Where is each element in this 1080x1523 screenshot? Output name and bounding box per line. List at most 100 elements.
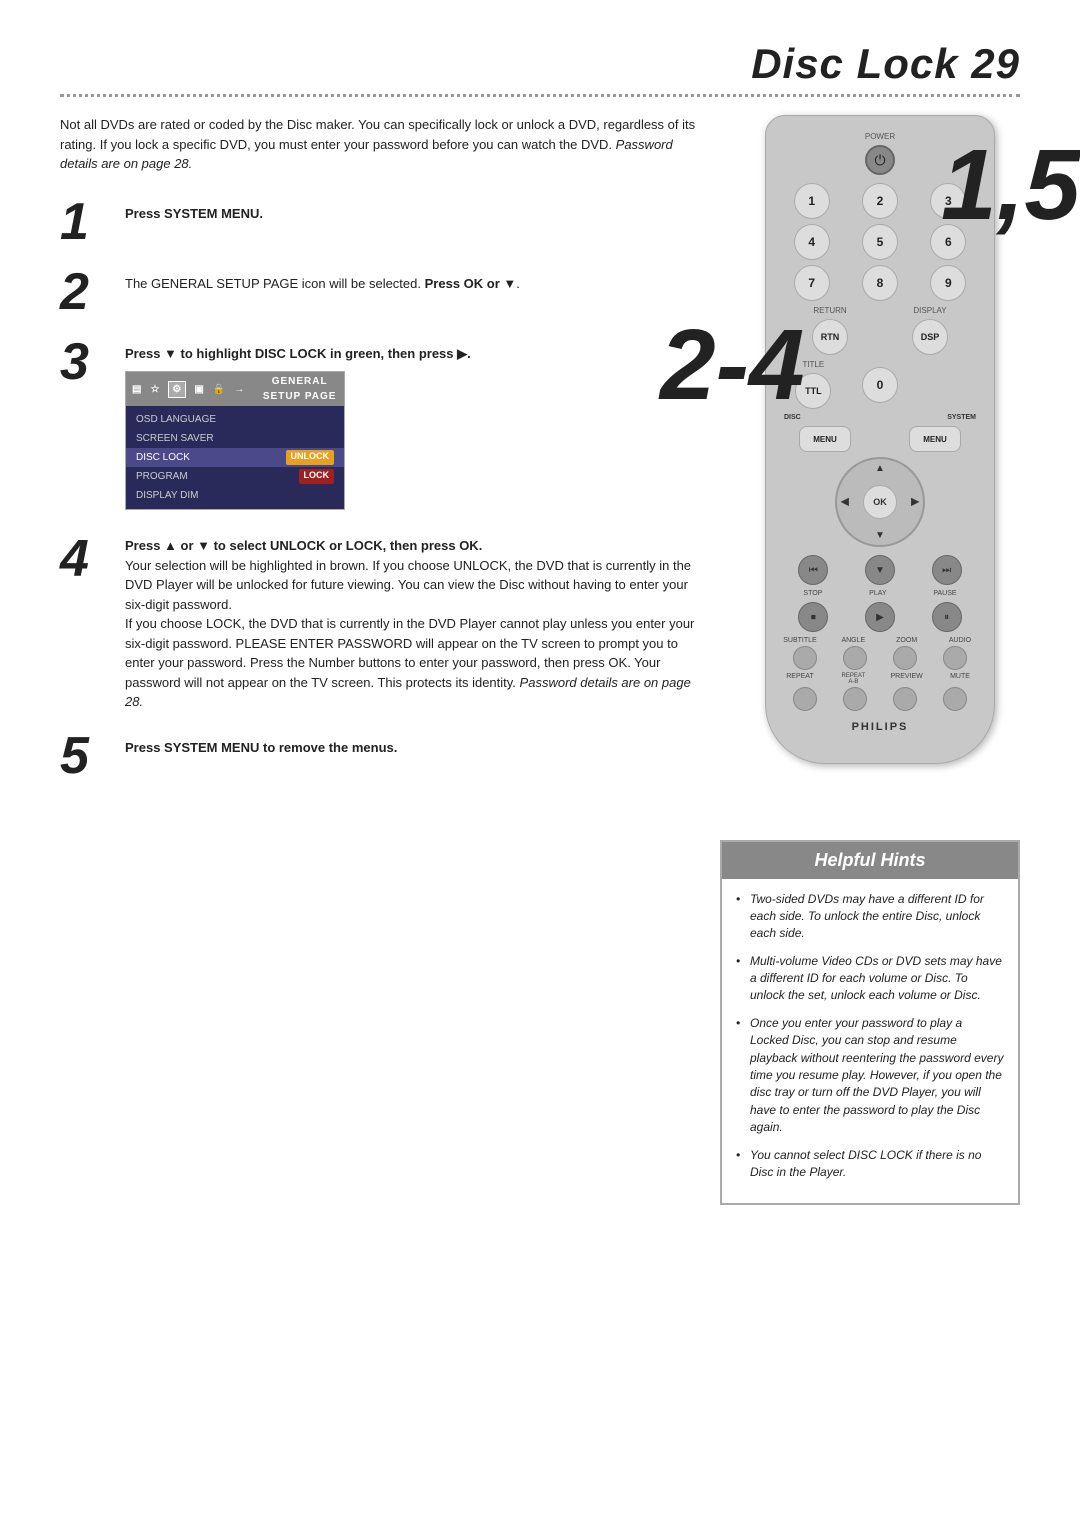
step-1-number: 1 <box>60 196 115 248</box>
subtitle-cell <box>793 646 817 670</box>
step-2-number: 2 <box>60 266 115 318</box>
small-buttons-row1 <box>780 646 980 670</box>
hints-body: Two-sided DVDs may have a different ID f… <box>722 879 1018 1204</box>
helpful-hints-box: Helpful Hints Two-sided DVDs may have a … <box>720 840 1020 1206</box>
repeat-cell <box>793 687 817 711</box>
menu-row-display: DISPLAY DIM <box>126 486 344 505</box>
nav-right[interactable]: ▶ <box>911 497 919 508</box>
hint-item-4: You cannot select DISC LOCK if there is … <box>736 1147 1004 1182</box>
menu-row-disclock: DISC LOCKUNLOCK <box>126 448 344 467</box>
zoom-button[interactable] <box>893 646 917 670</box>
hints-list: Two-sided DVDs may have a different ID f… <box>736 891 1004 1182</box>
audio-cell <box>943 646 967 670</box>
subtitle-label: SUBTITLE <box>782 637 818 644</box>
button-7[interactable]: 7 <box>794 265 830 301</box>
return-label: RETURN <box>812 306 848 315</box>
button-5[interactable]: 5 <box>862 224 898 260</box>
menu-rows: OSD LANGUAGE SCREEN SAVER DISC LOCKUNLOC… <box>126 406 344 509</box>
mute-label: MUTE <box>942 673 978 685</box>
repeat-ab-button[interactable] <box>843 687 867 711</box>
menu-buttons-row: MENU MENU <box>780 426 980 452</box>
hint-item-3: Once you enter your password to play a L… <box>736 1015 1004 1137</box>
hints-header: Helpful Hints <box>722 842 1018 879</box>
hint-item-2: Multi-volume Video CDs or DVD sets may h… <box>736 953 1004 1005</box>
power-button[interactable]: ⏻ <box>865 145 895 175</box>
display-button[interactable]: DSP <box>912 319 948 355</box>
preview-cell <box>893 687 917 711</box>
step-4-number: 4 <box>60 528 115 585</box>
angle-button[interactable] <box>843 646 867 670</box>
menu-screenshot: ▤ ☆ ⚙ ▣ 🔒 → GENERAL SETUP PAGE OSD LANGU… <box>125 371 345 510</box>
menu-row-program: PROGRAMLOCK <box>126 467 344 486</box>
skip-prev-button[interactable]: ⏮ <box>798 555 828 585</box>
transport-buttons: ⏹ ▶ ⏸ <box>780 602 980 632</box>
repeat-ab-label: REPEATA-B <box>835 673 871 685</box>
return-display-row: RETURN RTN DISPLAY DSP <box>780 306 980 355</box>
angle-cell <box>843 646 867 670</box>
preview-button[interactable] <box>893 687 917 711</box>
pause-label: PAUSE <box>933 590 956 597</box>
bottom-section: Helpful Hints Two-sided DVDs may have a … <box>60 840 1020 1206</box>
repeat-label: REPEAT <box>782 673 818 685</box>
repeat-button[interactable] <box>793 687 817 711</box>
pause-button[interactable]: ⏸ <box>932 602 962 632</box>
subtitle-button[interactable] <box>793 646 817 670</box>
step-5-number: 5 <box>60 730 115 782</box>
step-3: 3 Press ▼ to highlight DISC LOCK in gree… <box>60 336 710 511</box>
page-title: Disc Lock 29 <box>60 40 1020 88</box>
title-zero-row: TITLE TTL 0 <box>780 360 980 409</box>
menu-row-osd: OSD LANGUAGE <box>126 410 344 429</box>
mute-cell <box>943 687 967 711</box>
intro-paragraph: Not all DVDs are rated or coded by the D… <box>60 115 710 174</box>
preview-label: PREVIEW <box>889 673 925 685</box>
step-5: 5 Press SYSTEM MENU to remove the menus. <box>60 730 710 782</box>
nav-left[interactable]: ◀ <box>841 497 849 508</box>
nav-down[interactable]: ▼ <box>875 530 885 541</box>
nav-up[interactable]: ▲ <box>875 463 885 474</box>
left-column: Not all DVDs are rated or coded by the D… <box>60 115 710 800</box>
overlay-15: 1,5 <box>941 135 1080 235</box>
step-4-content: Press ▲ or ▼ to select UNLOCK or LOCK, t… <box>125 528 710 712</box>
nav-down-button[interactable]: ▼ <box>865 555 895 585</box>
return-button[interactable]: RTN <box>812 319 848 355</box>
zoom-cell <box>893 646 917 670</box>
page-container: Disc Lock 29 Not all DVDs are rated or c… <box>0 0 1080 1523</box>
system-menu-button[interactable]: MENU <box>909 426 961 452</box>
audio-button[interactable] <box>943 646 967 670</box>
button-9[interactable]: 9 <box>930 265 966 301</box>
display-label: DISPLAY <box>912 306 948 315</box>
button-4[interactable]: 4 <box>794 224 830 260</box>
step-1-content: Press SYSTEM MENU. <box>125 196 710 224</box>
transport-label-row: STOP PLAY PAUSE <box>780 590 980 597</box>
right-col-inner: 1,5 2-4 POWER ⏻ 1 2 3 <box>740 115 1020 764</box>
skip-next-button[interactable]: ⏭ <box>932 555 962 585</box>
step-2-content: The GENERAL SETUP PAGE icon will be sele… <box>125 266 710 294</box>
skip-row: ⏮ ▼ ⏭ <box>780 555 980 585</box>
step-3-content: Press ▼ to highlight DISC LOCK in green,… <box>125 336 710 511</box>
play-button[interactable]: ▶ <box>865 602 895 632</box>
menu-title-bar: ▤ ☆ ⚙ ▣ 🔒 → GENERAL SETUP PAGE <box>126 372 344 406</box>
hint-item-1: Two-sided DVDs may have a different ID f… <box>736 891 1004 943</box>
small-labels-row2: REPEAT REPEATA-B PREVIEW MUTE <box>780 673 980 685</box>
step-1: 1 Press SYSTEM MENU. <box>60 196 710 248</box>
step-2: 2 The GENERAL SETUP PAGE icon will be se… <box>60 266 710 318</box>
separator <box>60 94 1020 97</box>
disc-menu-button[interactable]: MENU <box>799 426 851 452</box>
brand-label: PHILIPS <box>780 721 980 733</box>
stop-label: STOP <box>803 590 822 597</box>
disc-system-row: DISC SYSTEM <box>780 414 980 421</box>
stop-button[interactable]: ⏹ <box>798 602 828 632</box>
audio-label: AUDIO <box>942 637 978 644</box>
button-1[interactable]: 1 <box>794 183 830 219</box>
mute-button[interactable] <box>943 687 967 711</box>
angle-label: ANGLE <box>835 637 871 644</box>
step-4: 4 Press ▲ or ▼ to select UNLOCK or LOCK,… <box>60 528 710 712</box>
zoom-label: ZOOM <box>889 637 925 644</box>
number-buttons-row3: 7 8 9 <box>780 265 980 301</box>
button-2[interactable]: 2 <box>862 183 898 219</box>
button-8[interactable]: 8 <box>862 265 898 301</box>
ok-button[interactable]: OK <box>863 485 897 519</box>
button-0[interactable]: 0 <box>862 367 898 403</box>
step-3-number: 3 <box>60 336 115 388</box>
step-5-content: Press SYSTEM MENU to remove the menus. <box>125 730 710 758</box>
